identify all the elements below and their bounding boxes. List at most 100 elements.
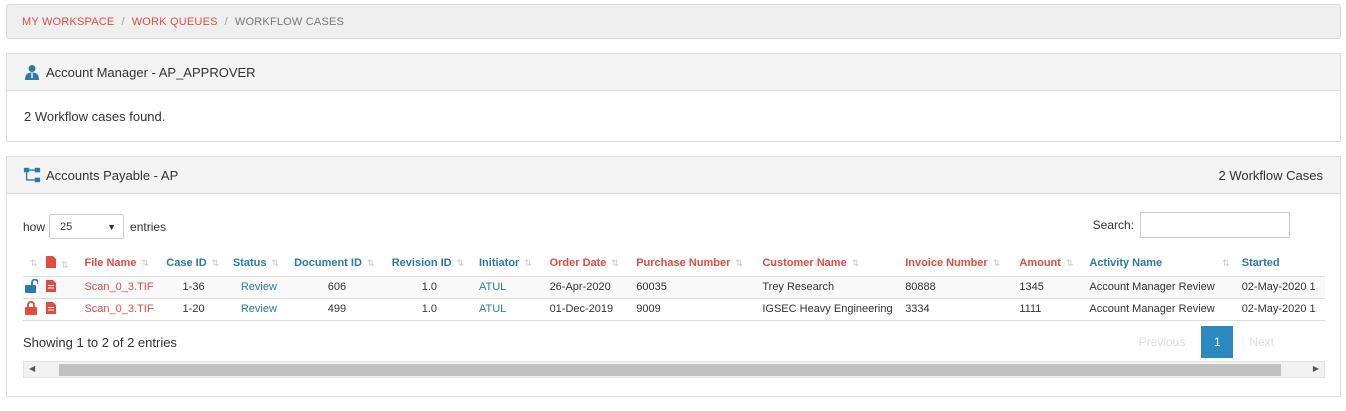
chevron-down-icon: ▼ [107,222,117,232]
process-panel: Accounts Payable - AP 2 Workflow Cases h… [6,156,1341,397]
column-amount[interactable]: Amount ⇅ [1013,251,1084,277]
page-length-select[interactable]: 25 ▼ [49,214,125,239]
customer-name: Trey Research [756,276,900,299]
role-panel-message: 2 Workflow cases found. [24,109,166,124]
table-row[interactable]: Scan_0_3.TIF 1-36 Review 606 1.0 ATUL 26… [23,276,1325,299]
pagination: Previous 1 Next [1123,326,1290,358]
page-length-control: how 25 ▼ entries [23,214,166,239]
page-1-button[interactable]: 1 [1201,326,1234,358]
column-file-name[interactable]: File Name ⇅ [78,251,161,277]
started: 02-May-2020 1 [1235,298,1325,321]
previous-page-button[interactable]: Previous [1123,335,1202,349]
case-id: 1-36 [160,276,227,299]
status-link[interactable]: Review [226,298,289,321]
horizontal-scrollbar[interactable]: ◀ ▶ [23,361,1325,378]
initiator-link[interactable]: ATUL [473,298,544,321]
customer-name: IGSEC Heavy Engineering [756,298,900,321]
breadcrumb-my-workspace[interactable]: MY WORKSPACE [22,16,114,28]
sort-icon: ⇅ [1065,258,1074,269]
column-activity-name[interactable]: Activity Name ⇅ [1083,251,1236,277]
breadcrumb: MY WORKSPACE / WORK QUEUES / WORKFLOW CA… [6,4,1341,39]
activity-name: Account Manager Review [1083,298,1236,321]
process-panel-title: Accounts Payable - AP [46,167,179,183]
sort-icon: ⇅ [992,258,1001,269]
cases-table: ⇅ ⇅ File Name ⇅ Case ID ⇅ Status ⇅ Document… [23,251,1325,321]
column-customer-name[interactable]: Customer Name ⇅ [756,251,900,277]
column-invoice-number[interactable]: Invoice Number ⇅ [899,251,1014,277]
page-length-value: 25 [60,220,73,233]
sort-icon: ⇅ [735,258,743,269]
sort-icon: ⇅ [611,258,619,269]
revision-id: 1.0 [385,298,473,321]
sort-icon: ⇅ [211,258,220,269]
sort-icon: ⇅ [524,258,532,269]
search-control: Search: [1093,212,1290,238]
breadcrumb-separator: / [224,15,228,28]
column-order-date[interactable]: Order Date ⇅ [543,251,631,277]
pdf-file-icon[interactable] [41,298,79,321]
pdf-file-icon [45,255,56,271]
breadcrumb-work-queues[interactable]: WORK QUEUES [132,16,218,28]
search-input[interactable] [1140,212,1290,238]
order-date: 01-Dec-2019 [543,298,631,321]
table-controls: how 25 ▼ entries Search: [7,212,1340,242]
purchase-number: 60035 [630,276,757,299]
role-panel: Account Manager - AP_APPROVER 2 Workflow… [6,53,1341,142]
case-id: 1-20 [160,298,227,321]
role-panel-title: Account Manager - AP_APPROVER [46,64,256,80]
file-type-column-header[interactable]: ⇅ [41,251,79,277]
search-label: Search: [1092,218,1134,232]
sort-icon: ⇅ [141,258,149,269]
pdf-file-icon[interactable] [41,276,79,299]
sort-icon: ⇅ [271,258,280,269]
workflow-icon [23,166,41,184]
column-document-id[interactable]: Document ID ⇅ [288,251,386,277]
file-name-link[interactable]: Scan_0_3.TIF [78,276,161,299]
process-panel-header: Accounts Payable - AP 2 Workflow Cases [7,157,1340,194]
order-date: 26-Apr-2020 [543,276,631,299]
cases-table-scroll: ⇅ ⇅ File Name ⇅ Case ID ⇅ Status ⇅ Document… [23,251,1325,321]
document-id: 606 [288,276,386,299]
next-page-button[interactable]: Next [1233,335,1290,349]
activity-name: Account Manager Review [1083,276,1236,299]
amount: 1345 [1013,276,1084,299]
column-purchase-number[interactable]: Purchase Number ⇅ [630,251,757,277]
sort-icon: ⇅ [456,258,465,269]
scroll-left-icon[interactable]: ◀ [29,364,35,373]
column-status[interactable]: Status ⇅ [226,251,289,277]
sort-icon: ⇅ [366,258,375,269]
revision-id: 1.0 [385,276,473,299]
document-id: 499 [288,298,386,321]
column-initiator[interactable]: Initiator ⇅ [473,251,544,277]
column-revision-id[interactable]: Revision ID ⇅ [385,251,473,277]
column-started[interactable]: Started [1235,251,1325,277]
table-info: Showing 1 to 2 of 2 entries [23,335,177,350]
role-panel-header: Account Manager - AP_APPROVER [7,54,1340,91]
invoice-number: 80888 [899,276,1014,299]
column-case-id[interactable]: Case ID ⇅ [160,251,227,277]
sort-icon: ⇅ [1222,258,1230,269]
show-label: how [23,219,46,234]
sort-icon: ⇅ [30,258,38,269]
table-row[interactable]: Scan_0_3.TIF 1-20 Review 499 1.0 ATUL 01… [23,298,1325,321]
purchase-number: 9009 [630,298,757,321]
started: 02-May-2020 1 [1235,276,1325,299]
sort-icon: ⇅ [60,259,69,270]
table-header-row: ⇅ ⇅ File Name ⇅ Case ID ⇅ Status ⇅ Document… [23,251,1325,277]
workflow-case-count: 2 Workflow Cases [1218,167,1323,183]
breadcrumb-current: WORKFLOW CASES [234,15,345,28]
lock-open-icon[interactable] [23,276,42,299]
entries-label: entries [130,219,167,234]
initiator-link[interactable]: ATUL [473,276,544,299]
lock-closed-icon[interactable] [23,298,42,321]
breadcrumb-separator: / [121,15,125,28]
user-icon [23,63,41,81]
lock-column-header[interactable]: ⇅ [23,251,42,277]
file-name-link[interactable]: Scan_0_3.TIF [78,298,161,321]
invoice-number: 3334 [899,298,1014,321]
sort-icon: ⇅ [851,258,860,269]
status-link[interactable]: Review [226,276,289,299]
scroll-right-icon[interactable]: ▶ [1313,364,1319,373]
amount: 1111 [1013,298,1084,321]
scrollbar-thumb[interactable] [59,364,1281,376]
